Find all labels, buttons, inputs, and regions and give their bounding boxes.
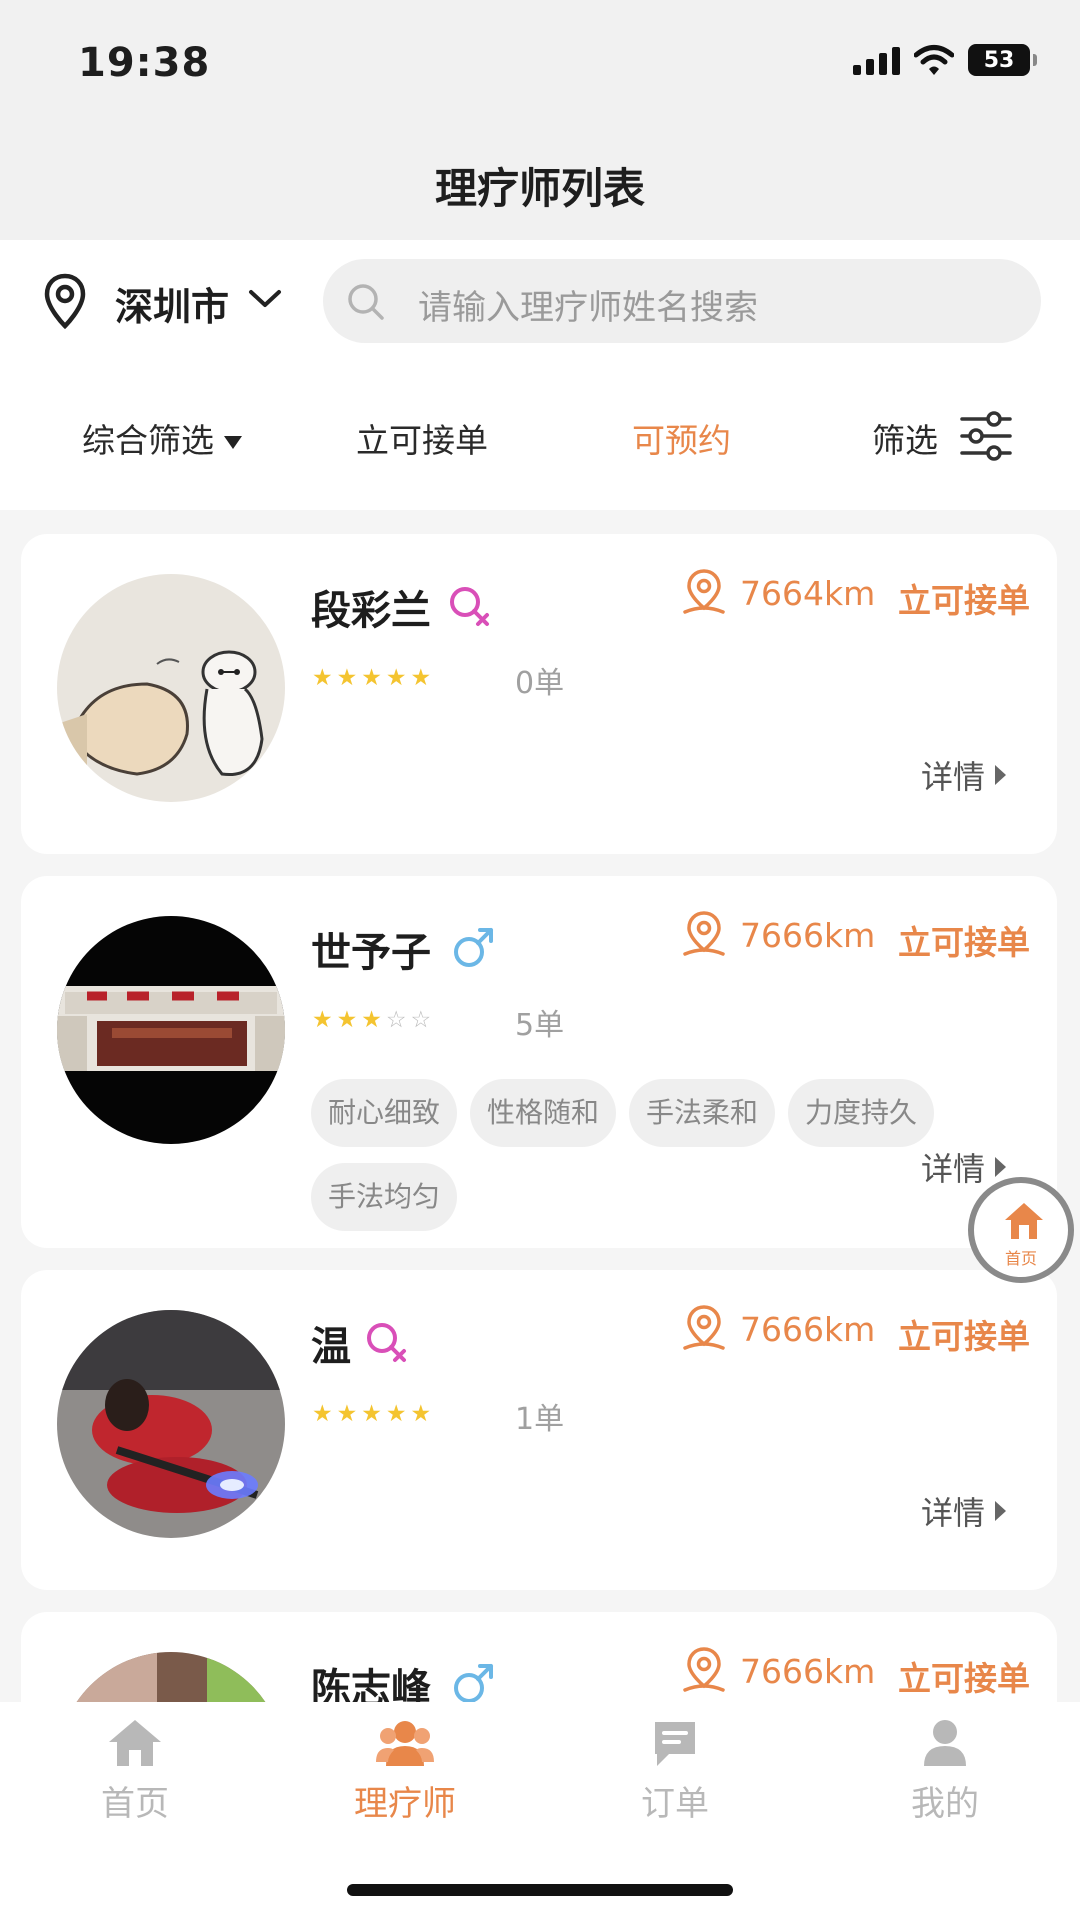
star-filled-icon: ★ (336, 1007, 358, 1033)
distance-pin-icon (683, 1647, 725, 1692)
city-selector[interactable]: 深圳市 (115, 276, 229, 331)
tab-orders[interactable]: 订单 (595, 1718, 755, 1825)
chevron-right-icon (995, 765, 1007, 785)
detail-label: 详情 (921, 758, 986, 796)
filter-label: 综合筛选 (82, 421, 214, 460)
availability-status: 立可接单 (898, 1659, 1030, 1698)
rating-stars: ★ ★ ★ ★ ★ (312, 667, 431, 690)
star-filled-icon: ★ (410, 1401, 432, 1427)
distance: 7664km (740, 574, 876, 613)
filter-more[interactable]: 筛选 (872, 414, 938, 462)
star-filled-icon: ★ (361, 1007, 382, 1033)
chevron-right-icon (995, 1157, 1007, 1177)
distance: 7666km (740, 1652, 876, 1691)
skill-tag: 手法均匀 (311, 1163, 457, 1231)
detail-link[interactable]: 详情 (921, 1144, 1007, 1190)
star-filled-icon: ★ (336, 665, 358, 691)
tab-label: 理疗师 (354, 1784, 456, 1824)
distance-pin-icon (683, 1305, 725, 1350)
filter-comprehensive[interactable]: 综合筛选 (82, 414, 242, 462)
home-icon (109, 1720, 161, 1766)
skill-tag: 手法柔和 (629, 1079, 775, 1147)
order-count: 5单 (515, 1008, 565, 1043)
sliders-icon[interactable] (960, 410, 1012, 462)
male-icon (454, 1664, 493, 1703)
star-filled-icon: ★ (385, 1401, 407, 1427)
star-filled-icon: ★ (361, 1401, 382, 1427)
page-title: 理疗师列表 (434, 164, 645, 213)
detail-link[interactable]: 详情 (921, 1488, 1007, 1534)
therapist-name: 段彩兰 (311, 588, 431, 634)
male-icon (454, 928, 493, 967)
availability-status: 立可接单 (898, 581, 1030, 620)
location-pin-icon[interactable] (42, 272, 88, 332)
distance: 7666km (740, 1310, 876, 1349)
distance-pin-icon (683, 911, 725, 956)
floating-home-label: 首页 (1004, 1249, 1037, 1268)
caret-down-icon (224, 436, 242, 449)
filter-immediate[interactable]: 立可接单 (356, 414, 488, 462)
order-count: 0单 (515, 666, 565, 701)
therapist-card[interactable]: 段彩兰 ★ ★ ★ ★ ★ 0单 7664km 立可接单 详情 (21, 534, 1057, 854)
therapist-icon (376, 1721, 434, 1766)
order-count: 1单 (515, 1402, 565, 1437)
order-icon (655, 1722, 695, 1766)
star-filled-icon: ★ (312, 665, 333, 691)
distance-pin-icon (683, 569, 725, 614)
home-icon (1005, 1203, 1043, 1239)
detail-link[interactable]: 详情 (921, 752, 1007, 798)
tab-therapist[interactable]: 理疗师 (325, 1718, 485, 1825)
chevron-down-icon[interactable] (248, 288, 282, 310)
star-filled-icon: ★ (336, 1401, 358, 1427)
therapist-name: 温 (311, 1324, 351, 1370)
star-filled-icon: ★ (410, 665, 432, 691)
status-icons: 53 (853, 44, 1037, 76)
skill-tag: 耐心细致 (311, 1079, 457, 1147)
search-placeholder: 请输入理疗师姓名搜索 (418, 288, 758, 328)
wifi-icon (914, 45, 954, 75)
therapist-card[interactable]: 温 ★ ★ ★ ★ ★ 1单 7666km 立可接单 详情 (21, 1270, 1057, 1590)
star-filled-icon: ★ (385, 665, 407, 691)
battery-icon: 53 (968, 44, 1037, 76)
search-icon (348, 284, 384, 320)
therapist-name: 世予子 (311, 930, 431, 976)
star-filled-icon: ★ (312, 1007, 333, 1033)
avatar (57, 574, 285, 802)
tab-label: 首页 (101, 1784, 169, 1824)
top-bar: 19:38 53 理疗师列表 (0, 0, 1080, 240)
female-icon (450, 587, 489, 626)
skill-tag: 性格随和 (470, 1079, 616, 1147)
skill-tag: 力度持久 (788, 1079, 934, 1147)
detail-label: 详情 (921, 1494, 986, 1532)
rating-stars: ★ ★ ★ ★ ★ (312, 1403, 431, 1426)
tab-home[interactable]: 首页 (55, 1718, 215, 1825)
tab-profile[interactable]: 我的 (865, 1718, 1025, 1825)
therapist-card[interactable]: 世予子 ★ ★ ★ ☆ ☆ 5单 7666km 立可接单 耐心细致 性格随和 手法柔和 … (21, 876, 1057, 1248)
star-empty-icon: ☆ (385, 1007, 407, 1033)
signal-icon (853, 45, 900, 75)
star-filled-icon: ★ (361, 665, 382, 691)
availability-status: 立可接单 (898, 923, 1030, 962)
detail-label: 详情 (921, 1150, 986, 1188)
female-icon (367, 1323, 406, 1362)
distance: 7666km (740, 916, 876, 955)
avatar (57, 916, 285, 1144)
tab-label: 我的 (911, 1784, 979, 1824)
filter-bookable[interactable]: 可预约 (632, 414, 731, 462)
star-empty-icon: ☆ (410, 1007, 432, 1033)
rating-stars: ★ ★ ★ ☆ ☆ (312, 1009, 431, 1032)
home-indicator[interactable] (347, 1884, 733, 1896)
chevron-right-icon (995, 1501, 1007, 1521)
profile-icon (924, 1720, 966, 1766)
star-filled-icon: ★ (312, 1401, 333, 1427)
floating-home-button[interactable]: 首页 (968, 1177, 1074, 1283)
availability-status: 立可接单 (898, 1317, 1030, 1356)
status-time: 19:38 (78, 40, 211, 86)
tab-label: 订单 (641, 1784, 709, 1824)
avatar (57, 1310, 285, 1538)
